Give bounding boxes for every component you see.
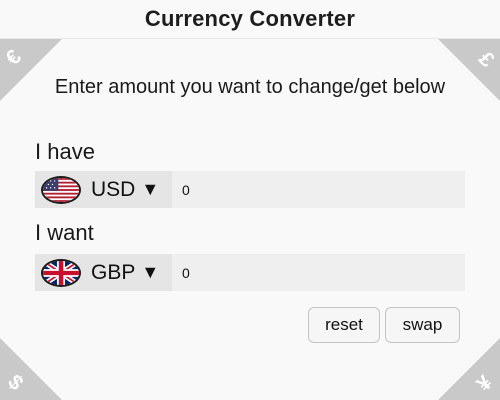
have-amount-input[interactable] [172, 171, 465, 208]
want-row: GBP ▼ [35, 254, 465, 291]
instruction-text: Enter amount you want to change/get belo… [54, 76, 446, 98]
currency-converter-window: Currency Converter € £ $ ¥ Enter amount … [0, 0, 500, 400]
want-amount-input[interactable] [172, 254, 465, 291]
want-label: I want [35, 220, 94, 245]
have-currency-code: USD [91, 177, 136, 201]
have-currency-select[interactable]: USD ▼ [35, 171, 172, 208]
have-label: I have [35, 139, 95, 164]
have-row: USD ▼ [35, 171, 465, 208]
us-flag-icon [41, 175, 81, 204]
app-title: Currency Converter [144, 6, 356, 31]
swap-button[interactable]: swap [385, 307, 460, 343]
title-divider [0, 38, 500, 39]
uk-flag-icon [41, 258, 81, 287]
want-currency-code: GBP [91, 260, 136, 284]
reset-button[interactable]: reset [308, 307, 380, 343]
want-caret-down-icon: ▼ [141, 262, 160, 282]
want-currency-select[interactable]: GBP ▼ [35, 254, 172, 291]
have-caret-down-icon: ▼ [141, 179, 160, 199]
